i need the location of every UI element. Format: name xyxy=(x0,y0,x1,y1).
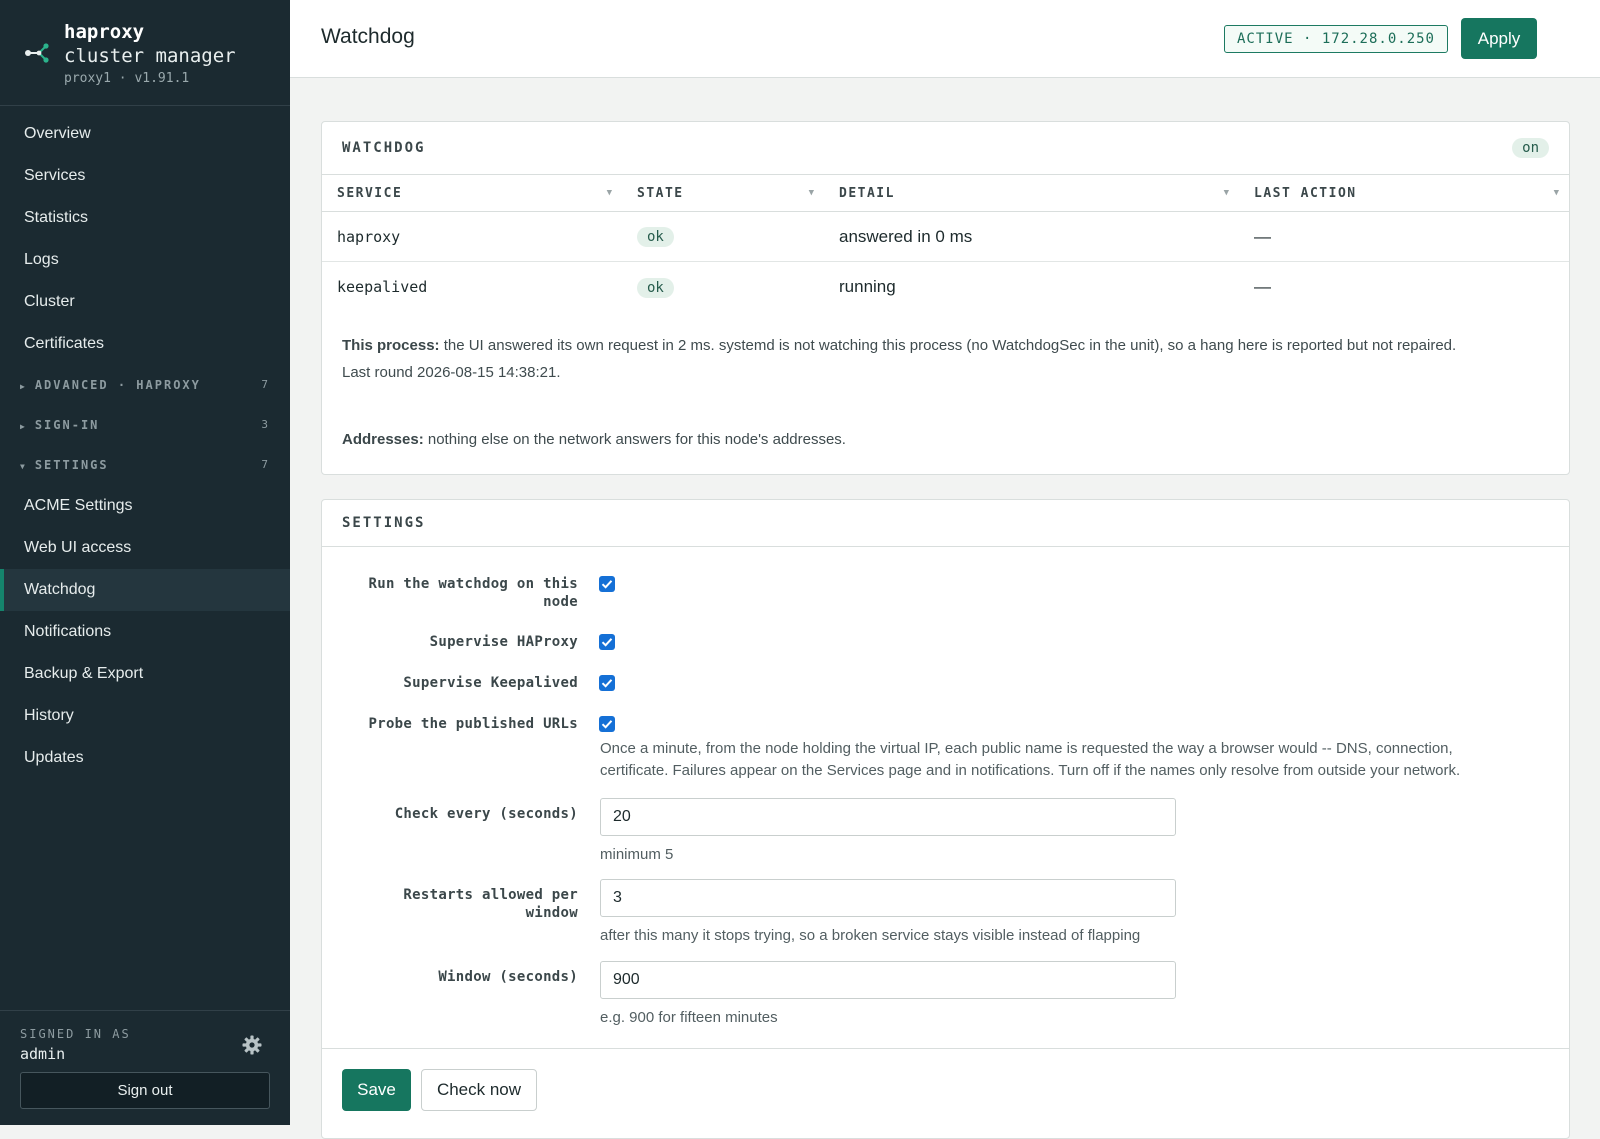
sidebar-item-certificates[interactable]: Certificates xyxy=(0,323,290,365)
watchdog-card-title: WATCHDOG xyxy=(342,140,426,156)
signed-in-user: admin xyxy=(20,1045,66,1063)
addresses-text: nothing else on the network answers for … xyxy=(427,431,846,448)
sort-icon: ▼ xyxy=(606,188,612,198)
watchdog-card: WATCHDOG on SERVICE ▼ STATE ▼ DETAIL ▼ LAST… xyxy=(321,121,1570,475)
check-interval-label: Check every (seconds) xyxy=(394,806,578,822)
probe-urls-help: Once a minute, from the node holding the… xyxy=(600,740,1461,779)
run-watchdog-label: Run the watchdog on this node xyxy=(368,576,578,610)
nav-group-count: 7 xyxy=(261,458,268,471)
settings-card-footer: Save Check now xyxy=(322,1048,1569,1134)
nav-group-label: SETTINGS xyxy=(34,458,109,472)
status-badge: ACTIVE · 172.28.0.250 xyxy=(1223,25,1448,53)
supervise-keepalived-label: Supervise Keepalived xyxy=(403,675,578,691)
caret-right-icon: ▶ xyxy=(20,422,25,431)
addresses-note: Addresses: nothing else on the network a… xyxy=(322,426,1569,453)
brand-node-version: proxy1 · v1.91.1 xyxy=(64,71,190,86)
process-note-text: the UI answered its own request in 2 ms.… xyxy=(443,337,1457,354)
sort-icon: ▼ xyxy=(1553,188,1559,198)
supervise-haproxy-label: Supervise HAProxy xyxy=(429,634,578,650)
nav-group-count: 7 xyxy=(261,378,268,391)
nav-group-count: 3 xyxy=(261,418,268,431)
state-badge: ok xyxy=(637,277,674,298)
restarts-allowed-label: Restarts allowed per window xyxy=(403,887,578,921)
last-action: — xyxy=(1254,277,1271,296)
settings-card-header: SETTINGS xyxy=(322,500,1569,547)
sidebar-item-logs[interactable]: Logs xyxy=(0,239,290,281)
nav-group-settings[interactable]: ▼ SETTINGS 7 xyxy=(0,445,290,485)
sidebar-item-history[interactable]: History xyxy=(0,695,290,737)
probe-urls-checkbox[interactable] xyxy=(599,716,615,732)
table-header: SERVICE ▼ STATE ▼ DETAIL ▼ LAST ACTION ▼ xyxy=(322,175,1569,212)
window-seconds-input[interactable] xyxy=(600,961,1176,999)
signed-in-label: SIGNED IN AS xyxy=(20,1027,131,1041)
gear-icon[interactable] xyxy=(242,1035,262,1055)
sidebar-item-statistics[interactable]: Statistics xyxy=(0,197,290,239)
run-watchdog-checkbox[interactable] xyxy=(599,576,615,592)
sort-icon: ▼ xyxy=(808,188,814,198)
sidebar-nav: Overview Services Statistics Logs Cluste… xyxy=(0,106,290,779)
sidebar-item-cluster[interactable]: Cluster xyxy=(0,281,290,323)
column-header-detail[interactable]: DETAIL ▼ xyxy=(824,175,1239,211)
page-title: Watchdog xyxy=(321,25,415,48)
cluster-logo-icon xyxy=(25,43,49,63)
process-note: This process: the UI answered its own re… xyxy=(322,332,1569,386)
settings-card-title: SETTINGS xyxy=(342,515,426,531)
caret-down-icon: ▼ xyxy=(20,462,25,471)
check-interval-help: minimum 5 xyxy=(600,846,674,863)
service-name: haproxy xyxy=(337,227,401,246)
sidebar-item-web-ui-access[interactable]: Web UI access xyxy=(0,527,290,569)
sidebar-item-notifications[interactable]: Notifications xyxy=(0,611,290,653)
check-now-button[interactable]: Check now xyxy=(421,1069,537,1111)
restarts-allowed-input[interactable] xyxy=(600,879,1176,917)
supervise-keepalived-checkbox[interactable] xyxy=(599,675,615,691)
settings-card: SETTINGS Run the watchdog on this node Su… xyxy=(321,499,1570,1139)
state-badge: ok xyxy=(637,227,674,247)
restarts-allowed-help: after this many it stops trying, so a br… xyxy=(600,927,1141,944)
table-row: keepalived ok running — xyxy=(322,262,1569,312)
window-seconds-label: Window (seconds) xyxy=(438,969,578,985)
column-header-service[interactable]: SERVICE ▼ xyxy=(322,175,622,211)
column-header-state[interactable]: STATE ▼ xyxy=(622,175,824,211)
save-button[interactable]: Save xyxy=(342,1069,411,1111)
sidebar-footer: SIGNED IN AS admin Sign out xyxy=(0,1010,290,1125)
brand: haproxy cluster manager proxy1 · v1.91.1 xyxy=(0,0,290,106)
sign-out-button[interactable]: Sign out xyxy=(20,1072,270,1109)
sidebar-item-acme-settings[interactable]: ACME Settings xyxy=(0,485,290,527)
nav-group-label: ADVANCED · HAPROXY xyxy=(34,378,201,392)
column-header-last-action[interactable]: LAST ACTION ▼ xyxy=(1239,175,1569,211)
nav-group-label: SIGN-IN xyxy=(34,418,100,432)
brand-subtitle: cluster manager xyxy=(64,45,236,67)
sort-icon: ▼ xyxy=(1223,188,1229,198)
sidebar-item-watchdog[interactable]: Watchdog xyxy=(0,569,290,611)
sidebar-item-services[interactable]: Services xyxy=(0,155,290,197)
apply-button[interactable]: Apply xyxy=(1461,18,1537,59)
addresses-label: Addresses: xyxy=(342,431,424,448)
last-action: — xyxy=(1254,226,1271,246)
service-detail: running xyxy=(839,277,896,296)
nav-group-advanced-haproxy[interactable]: ▶ ADVANCED · HAPROXY 7 xyxy=(0,365,290,405)
window-seconds-help: e.g. 900 for fifteen minutes xyxy=(600,1009,778,1026)
brand-name: haproxy xyxy=(64,21,145,43)
watchdog-table: SERVICE ▼ STATE ▼ DETAIL ▼ LAST ACTION ▼ hap… xyxy=(322,175,1569,312)
probe-urls-label: Probe the published URLs xyxy=(368,716,578,732)
service-detail: answered in 0 ms xyxy=(839,226,973,246)
supervise-haproxy-checkbox[interactable] xyxy=(599,634,615,650)
watchdog-status-pill: on xyxy=(1512,138,1549,158)
nav-group-sign-in[interactable]: ▶ SIGN-IN 3 xyxy=(0,405,290,445)
page-header: Watchdog ACTIVE · 172.28.0.250 Apply xyxy=(290,0,1600,78)
table-row: haproxy ok answered in 0 ms — xyxy=(322,212,1569,262)
sidebar-item-backup-export[interactable]: Backup & Export xyxy=(0,653,290,695)
last-round: Last round 2026-08-15 14:38:21. xyxy=(342,364,561,381)
sidebar-item-updates[interactable]: Updates xyxy=(0,737,290,779)
sidebar: haproxy cluster manager proxy1 · v1.91.1… xyxy=(0,0,290,1125)
service-name: keepalived xyxy=(337,278,428,296)
watchdog-card-header: WATCHDOG on xyxy=(322,122,1569,175)
caret-right-icon: ▶ xyxy=(20,382,25,391)
check-interval-input[interactable] xyxy=(600,798,1176,836)
sidebar-item-overview[interactable]: Overview xyxy=(0,113,290,155)
process-note-label: This process: xyxy=(342,337,440,354)
